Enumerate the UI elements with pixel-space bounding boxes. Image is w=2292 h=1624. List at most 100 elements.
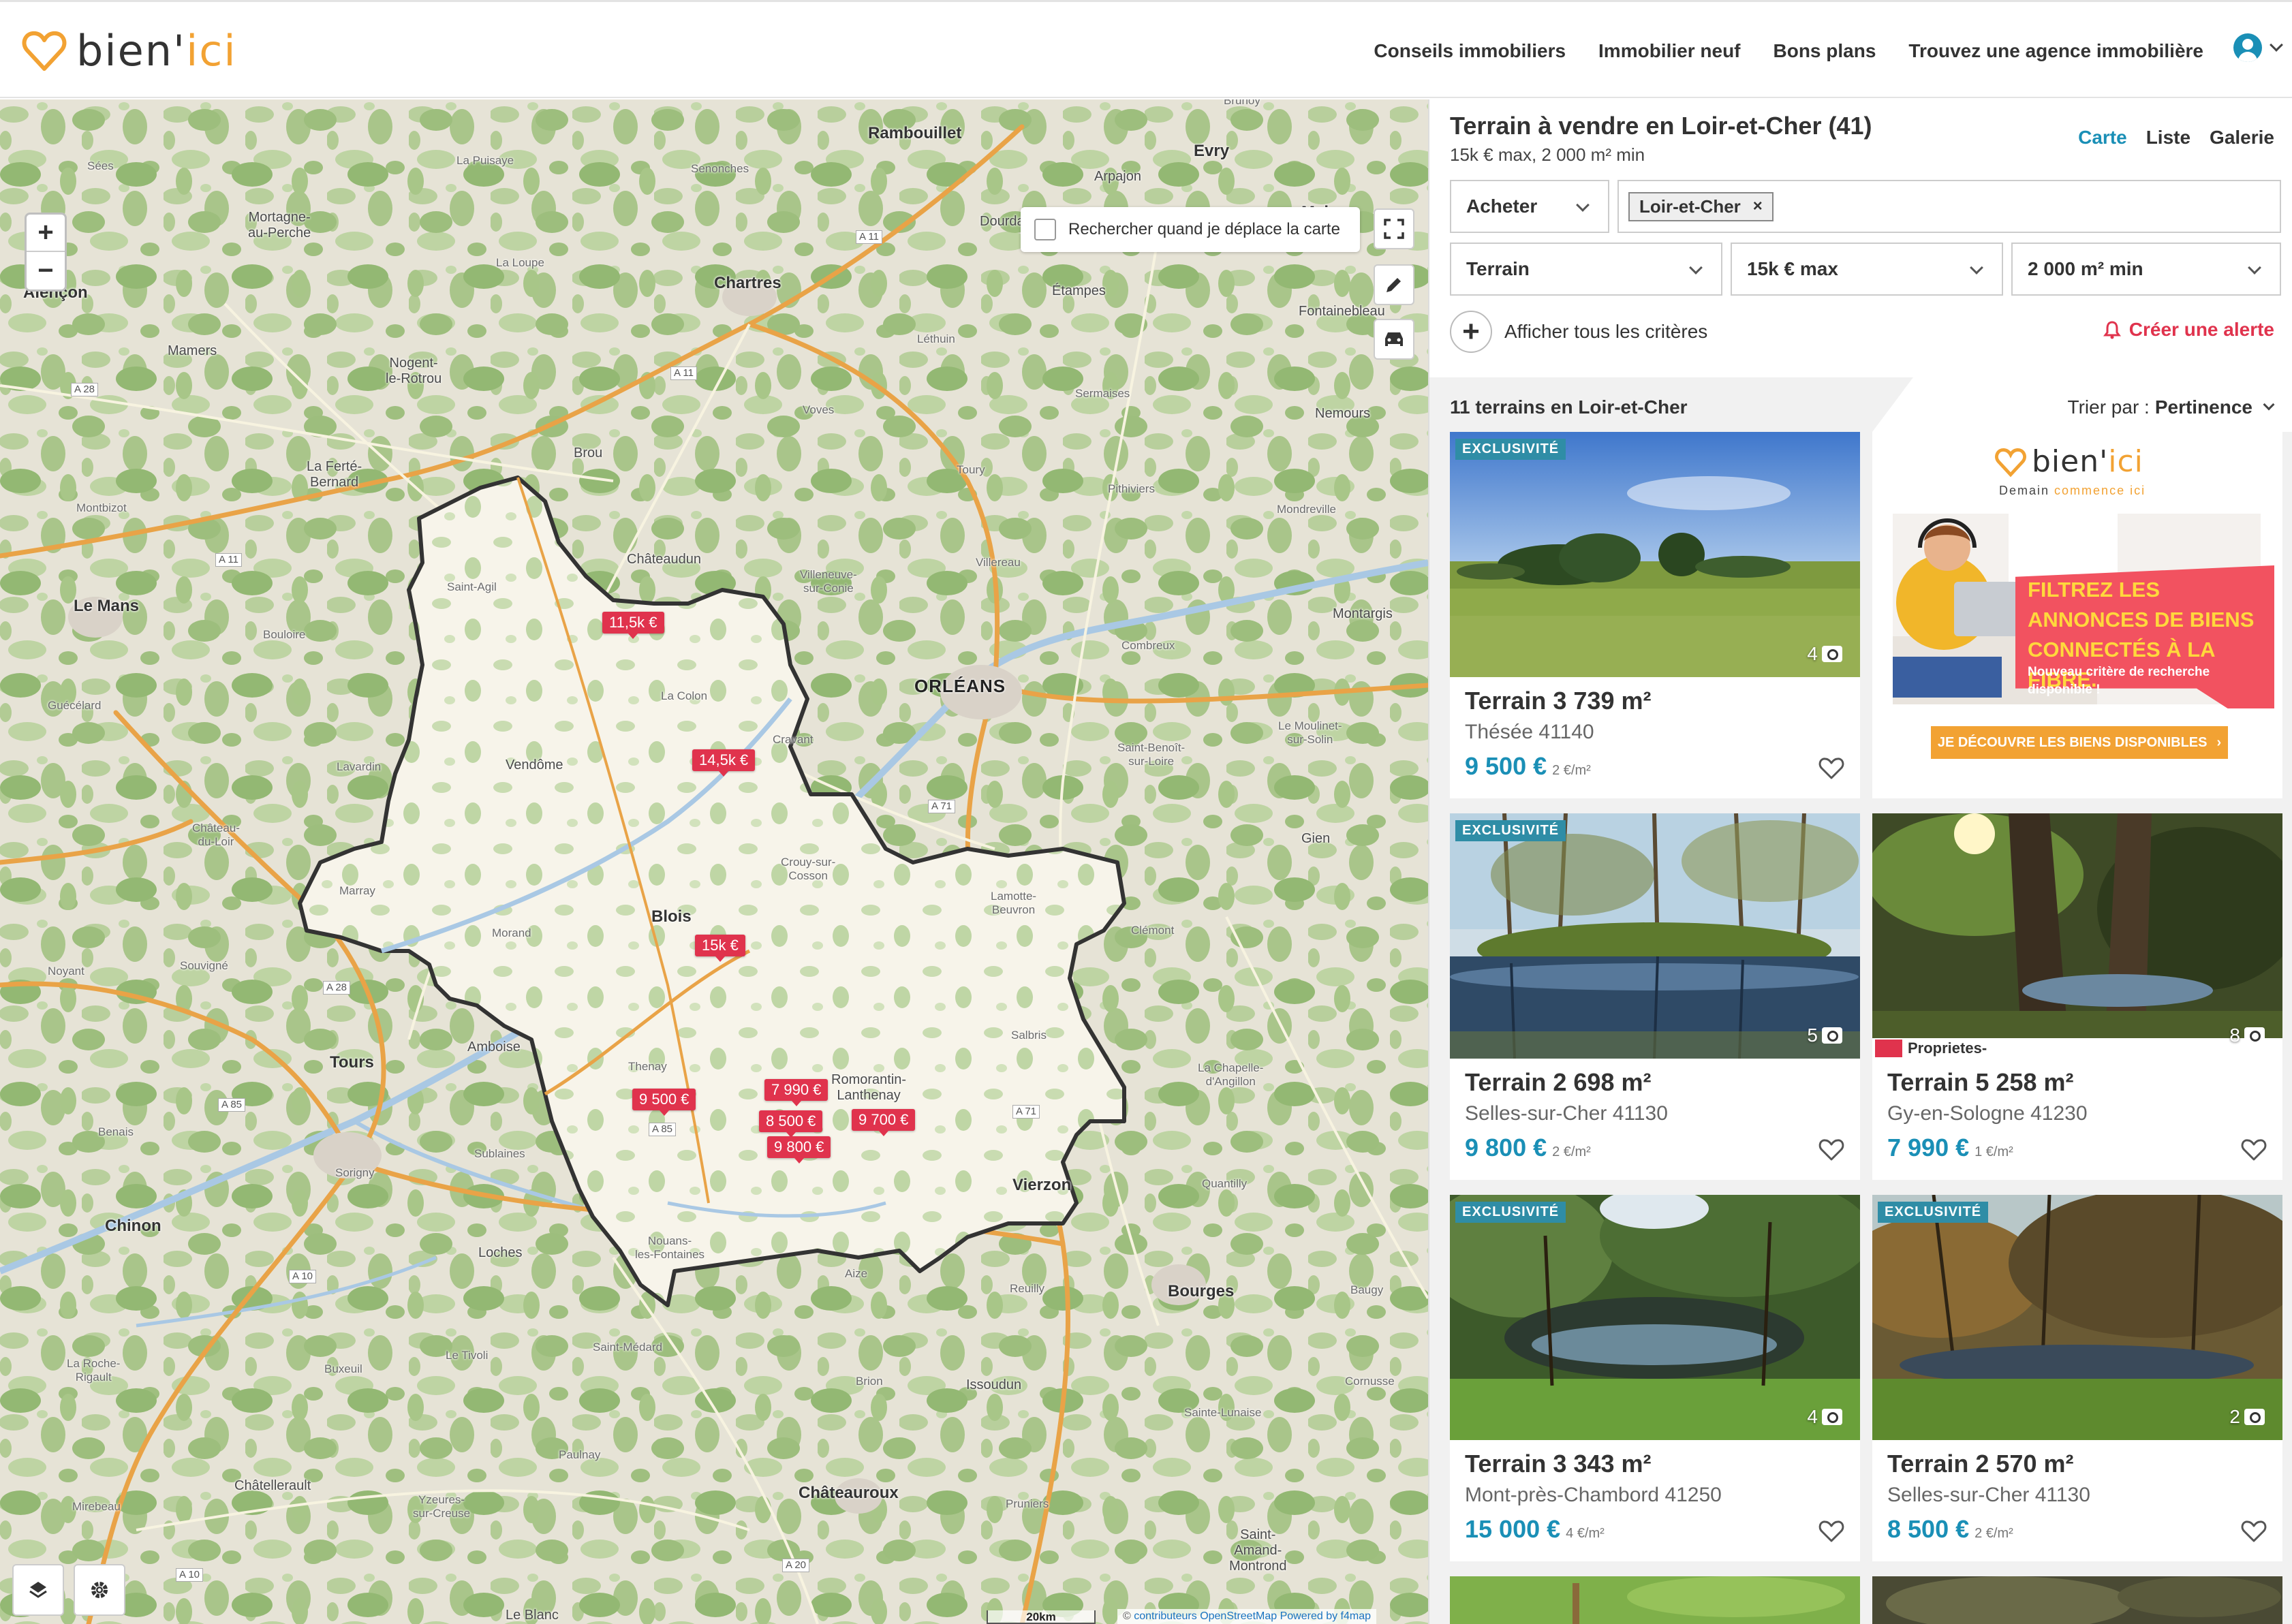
nav-bons-plans[interactable]: Bons plans — [1774, 40, 1876, 62]
listing-title[interactable]: Terrain 5 258 m² — [1887, 1068, 2073, 1097]
transaction-select[interactable]: Acheter — [1450, 180, 1609, 233]
ad-cta-button[interactable]: JE DÉCOUVRE LES BIENS DISPONIBLES › — [1931, 726, 2228, 759]
osm-link[interactable]: contributeurs OpenStreetMap — [1134, 1610, 1277, 1622]
listing-photo[interactable]: Proprietes- 8 — [1872, 813, 2282, 1059]
favorite-heart-icon[interactable] — [2240, 1136, 2267, 1164]
favorite-heart-icon[interactable] — [2240, 1518, 2267, 1545]
travel-time-button[interactable] — [1374, 319, 1414, 360]
listing-image — [1872, 1576, 2282, 1624]
results-count: 11 terrains en Loir-et-Cher — [1450, 396, 1688, 418]
all-criteria-button[interactable]: + Afficher tous les critères — [1450, 311, 1707, 353]
listing-title[interactable]: Terrain 2 698 m² — [1465, 1068, 1651, 1097]
zoom-in-button[interactable]: + — [27, 215, 65, 252]
create-alert-button[interactable]: Créer une alerte — [2103, 319, 2274, 341]
nav-conseils[interactable]: Conseils immobiliers — [1374, 40, 1566, 62]
chevron-down-icon — [1689, 261, 1703, 275]
exclusivity-badge: EXCLUSIVITÉ — [1455, 1202, 1566, 1223]
map-label: La Ferté- Bernard — [307, 459, 362, 490]
map-label: Villereau — [976, 556, 1021, 569]
property-type-select[interactable]: Terrain — [1450, 243, 1722, 296]
user-menu[interactable] — [2233, 33, 2283, 62]
listing-card[interactable]: EXCLUSIVITÉ 5 Terrain 2 698 m² Selles-su… — [1450, 813, 1860, 1180]
map-label: Le Tivoli — [446, 1349, 489, 1362]
nav-trouvez-agence[interactable]: Trouvez une agence immobilière — [1908, 40, 2203, 62]
road-badge: A 20 — [782, 1559, 810, 1572]
map-label: Lavardin — [337, 760, 382, 773]
listing-card-partial[interactable] — [1450, 1576, 1860, 1624]
view-carte[interactable]: Carte — [2078, 127, 2127, 149]
price-marker[interactable]: 14,5k € — [692, 749, 756, 777]
fullscreen-button[interactable] — [1374, 208, 1414, 249]
price-marker[interactable]: 9 700 € — [852, 1109, 916, 1136]
map-label: Aize — [845, 1267, 868, 1280]
listing-title[interactable]: Terrain 2 570 m² — [1887, 1450, 2073, 1478]
ad-tagline: Demain commence ici — [1999, 484, 2146, 497]
price-marker[interactable]: 9 800 € — [767, 1136, 831, 1164]
user-avatar-icon[interactable] — [2233, 33, 2262, 62]
listing-card-partial[interactable] — [1872, 1576, 2282, 1624]
page-subtitle: 15k € max, 2 000 m² min — [1450, 144, 1645, 165]
favorite-heart-icon[interactable] — [1818, 1136, 1845, 1164]
nav-immobilier-neuf[interactable]: Immobilier neuf — [1598, 40, 1740, 62]
map-label: Sermaises — [1075, 387, 1130, 400]
map-view[interactable]: Brunoy Rambouillet Evry Arpajon Melun Do… — [0, 99, 1428, 1624]
listing-title[interactable]: Terrain 3 343 m² — [1465, 1450, 1651, 1478]
search-on-move-checkbox[interactable] — [1034, 219, 1056, 240]
fiber-ad-banner[interactable]: bien'ici Demain commence ici FILTREZ LES… — [1872, 432, 2282, 798]
listing-card[interactable]: EXCLUSIVITÉ 4 Terrain 3 739 m² Thésée 41… — [1450, 432, 1860, 798]
zoom-out-button[interactable]: − — [27, 252, 65, 290]
map-settings-button[interactable] — [74, 1564, 125, 1616]
map-label: Issoudun — [966, 1377, 1022, 1392]
listing-card[interactable]: EXCLUSIVITÉ 2 Terrain 2 570 m² Selles-su… — [1872, 1195, 2282, 1561]
listing-title[interactable]: Terrain 3 739 m² — [1465, 687, 1651, 715]
favorite-heart-icon[interactable] — [1818, 755, 1845, 782]
draw-button[interactable] — [1374, 264, 1414, 305]
road-badge: A 11 — [670, 366, 697, 380]
map-label: Lamotte- Beuvron — [991, 890, 1037, 916]
map-canvas[interactable] — [0, 99, 1428, 1624]
listing-photo[interactable]: EXCLUSIVITÉ 4 — [1450, 432, 1860, 677]
sort-label: Trier par : — [2067, 396, 2150, 418]
listing-photo[interactable]: EXCLUSIVITÉ 4 — [1450, 1195, 1860, 1440]
layers-button[interactable] — [12, 1564, 64, 1616]
camera-icon — [2244, 1409, 2265, 1425]
location-input[interactable]: Loir-et-Cher × — [1617, 180, 2281, 233]
price-marker[interactable]: 9 500 € — [632, 1089, 696, 1116]
sort-select[interactable]: Trier par : Pertinence — [2067, 396, 2275, 418]
map-label: Clémont — [1131, 924, 1175, 937]
view-galerie[interactable]: Galerie — [2210, 127, 2274, 149]
listing-location: Selles-sur-Cher 41130 — [1465, 1102, 1668, 1125]
chevron-down-icon — [2263, 399, 2275, 411]
remove-tag-icon[interactable]: × — [1753, 197, 1763, 216]
listing-card[interactable]: EXCLUSIVITÉ 4 Terrain 3 343 m² Mont-près… — [1450, 1195, 1860, 1561]
price-marker[interactable]: 11,5k € — [602, 612, 664, 639]
map-label: Saint-Médard — [593, 1341, 663, 1354]
map-label: La Loupe — [496, 256, 544, 269]
map-label: Pruniers — [1006, 1497, 1049, 1510]
price-marker[interactable]: 7 990 € — [764, 1079, 828, 1106]
favorite-heart-icon[interactable] — [1818, 1518, 1845, 1545]
view-liste[interactable]: Liste — [2146, 127, 2190, 149]
search-on-move-toggle[interactable]: Rechercher quand je déplace la carte — [1021, 207, 1360, 252]
map-label: Noyant — [48, 965, 84, 978]
price-marker[interactable]: 8 500 € — [759, 1110, 823, 1138]
chevron-right-icon: › — [2216, 734, 2222, 750]
price-select[interactable]: 15k € max — [1731, 243, 2003, 296]
listing-photo[interactable]: EXCLUSIVITÉ 2 — [1872, 1195, 2282, 1440]
map-label: Cornusse — [1345, 1375, 1395, 1388]
price-marker[interactable]: 15k € — [695, 935, 745, 962]
surface-select[interactable]: 2 000 m² min — [2011, 243, 2281, 296]
f4map-link[interactable]: Powered by f4map — [1280, 1610, 1371, 1622]
bienici-logo[interactable]: bien'ici — [22, 26, 237, 76]
map-label: La Puisaye — [456, 154, 514, 167]
map-label: Bouloire — [263, 628, 306, 641]
listing-location: Thésée 41140 — [1465, 721, 1594, 743]
map-label: Morand — [492, 926, 531, 939]
bell-icon — [2103, 321, 2121, 339]
listing-card[interactable]: Proprietes- 8 Terrain 5 258 m² Gy-en-Sol… — [1872, 813, 2282, 1180]
map-label: Marray — [339, 884, 375, 897]
listing-photo[interactable]: EXCLUSIVITÉ 5 — [1450, 813, 1860, 1059]
map-label: Montbizot — [76, 501, 127, 514]
road-badge: A 10 — [176, 1568, 204, 1582]
chevron-down-icon — [1970, 261, 1983, 275]
